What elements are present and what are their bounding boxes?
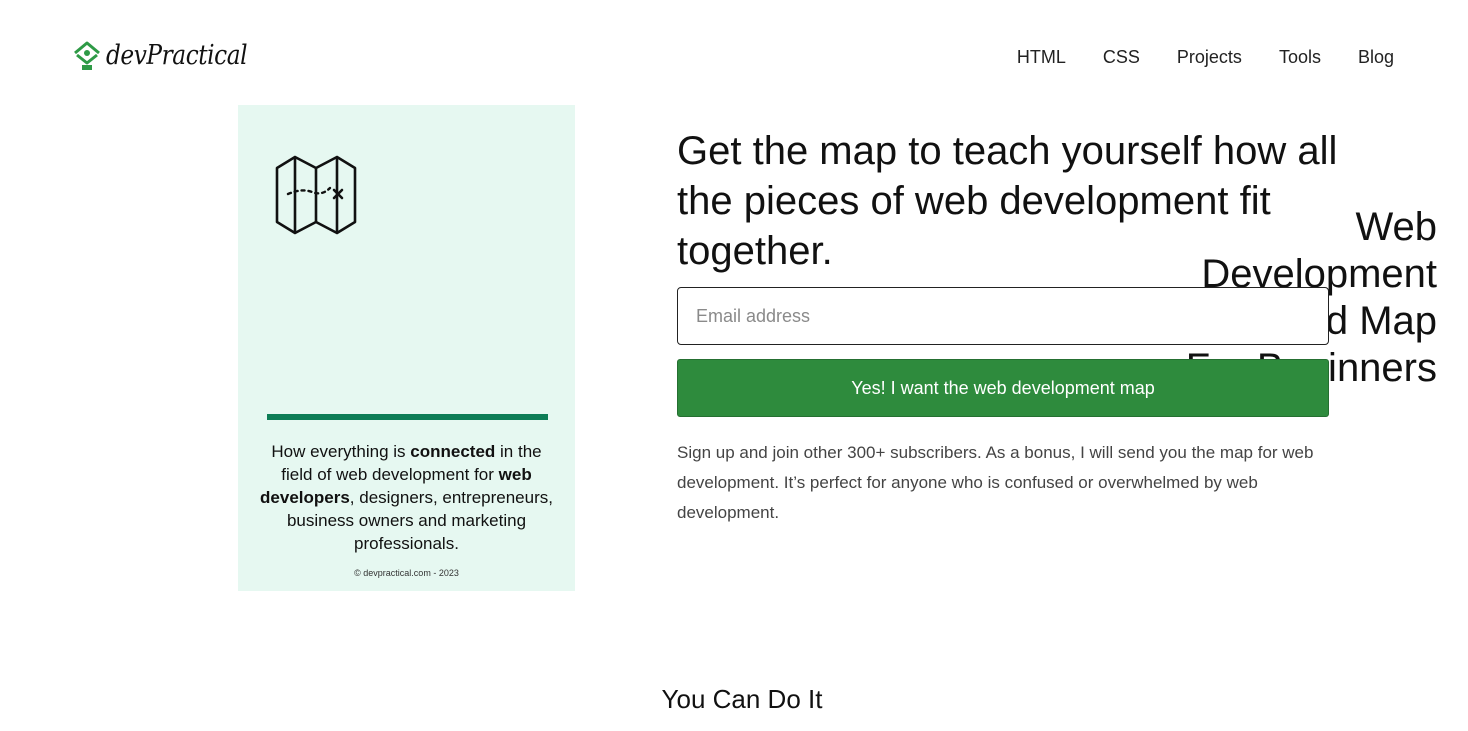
nav-item-css[interactable]: CSS [1103,47,1140,68]
nav-item-projects[interactable]: Projects [1177,47,1242,68]
nav-item-html[interactable]: HTML [1017,47,1066,68]
signup-description: Sign up and join other 300+ subscribers.… [677,443,1314,522]
email-input[interactable] [677,287,1329,345]
signup-headline: Get the map to teach yourself how all th… [677,129,1338,273]
nav-item-tools[interactable]: Tools [1279,47,1321,68]
cover-desc-bold: connected [410,442,496,461]
site-header: devPractical HTML CSS Projects Tools Blo… [0,0,1468,110]
cover-divider [267,414,548,420]
section-heading: You Can Do It [661,684,823,714]
cover-desc-text: How everything is [271,442,411,461]
cover-description: How everything is connected in the field… [258,440,555,555]
get-map-button[interactable]: Yes! I want the web development map [677,359,1329,417]
cover-copyright: © devpractical.com - 2023 [354,568,459,578]
treasure-map-icon [275,155,357,235]
logo-icon [74,41,100,70]
main-nav: HTML CSS Projects Tools Blog [1017,47,1394,68]
nav-item-blog[interactable]: Blog [1358,47,1394,68]
site-logo[interactable]: devPractical [72,38,270,72]
logo-text: devPractical [106,39,248,71]
